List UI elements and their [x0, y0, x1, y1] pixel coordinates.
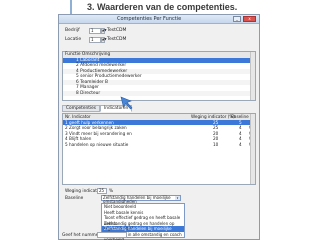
- function-list-scrollbar[interactable]: [250, 52, 255, 100]
- tab-competencies[interactable]: Competenties: [62, 105, 100, 112]
- company-spinner[interactable]: ▲▼: [101, 28, 107, 34]
- baseline-field: Baseline Zelfstandig handelen bij moeili…: [65, 195, 181, 204]
- window-title: Competenties Per Functie: [117, 16, 182, 22]
- weight-unit: %: [109, 189, 114, 194]
- company-input[interactable]: 1: [89, 28, 101, 34]
- company-label: Bedrijf: [65, 28, 80, 33]
- cursor-arrow-icon: [120, 96, 133, 110]
- indicator-row[interactable]: 5 handelen op nieuwe situatie 10 4 90: [63, 142, 255, 148]
- weight-input[interactable]: 25: [97, 188, 107, 194]
- weight-field: Weging indicator 25 %: [65, 188, 113, 194]
- competencies-window: Competenties Per Functie _ x Bedrijf 1 ▲…: [58, 14, 260, 240]
- location-name: TestCDM: [107, 37, 127, 42]
- indicator-baseline: 4: [239, 141, 242, 147]
- weight-label: Weging indicator: [65, 189, 102, 194]
- function-item[interactable]: 8 Directeur: [63, 90, 255, 96]
- baseline-option[interactable]: Toont effectief gedrag en heeft basale k…: [102, 215, 184, 226]
- function-list[interactable]: Functie Omschrijving 1 Laborant 2 Afdoen…: [62, 51, 256, 101]
- indicator-table: Nr. Indicator Weging indicator (%) Basel…: [62, 113, 256, 185]
- slide-title: 3. Waarderen van de competenties.: [87, 2, 238, 12]
- bottom-input[interactable]: [97, 232, 127, 238]
- location-spinner[interactable]: ▲▼: [101, 37, 107, 43]
- baseline-option[interactable]: Zelfstandig handelen bij moeilijke omsta…: [102, 226, 184, 237]
- window-titlebar: Competenties Per Functie _ x: [59, 15, 259, 24]
- indicator-name: 5 handelen op nieuwe situatie: [65, 141, 129, 147]
- minimize-button[interactable]: _: [233, 16, 241, 22]
- location-input[interactable]: 1: [89, 37, 101, 43]
- chevron-down-icon[interactable]: ▾: [175, 196, 180, 200]
- location-label: Locatie: [65, 37, 82, 42]
- indicator-weight: 10: [213, 141, 219, 147]
- indicator-table-scrollbar[interactable]: [250, 114, 255, 184]
- baseline-select[interactable]: Zelfstandig handelen bij moeilijke omsta…: [101, 195, 181, 204]
- close-button[interactable]: x: [243, 16, 256, 22]
- company-name: TestCDM: [107, 28, 127, 33]
- baseline-label: Baseline: [65, 196, 84, 201]
